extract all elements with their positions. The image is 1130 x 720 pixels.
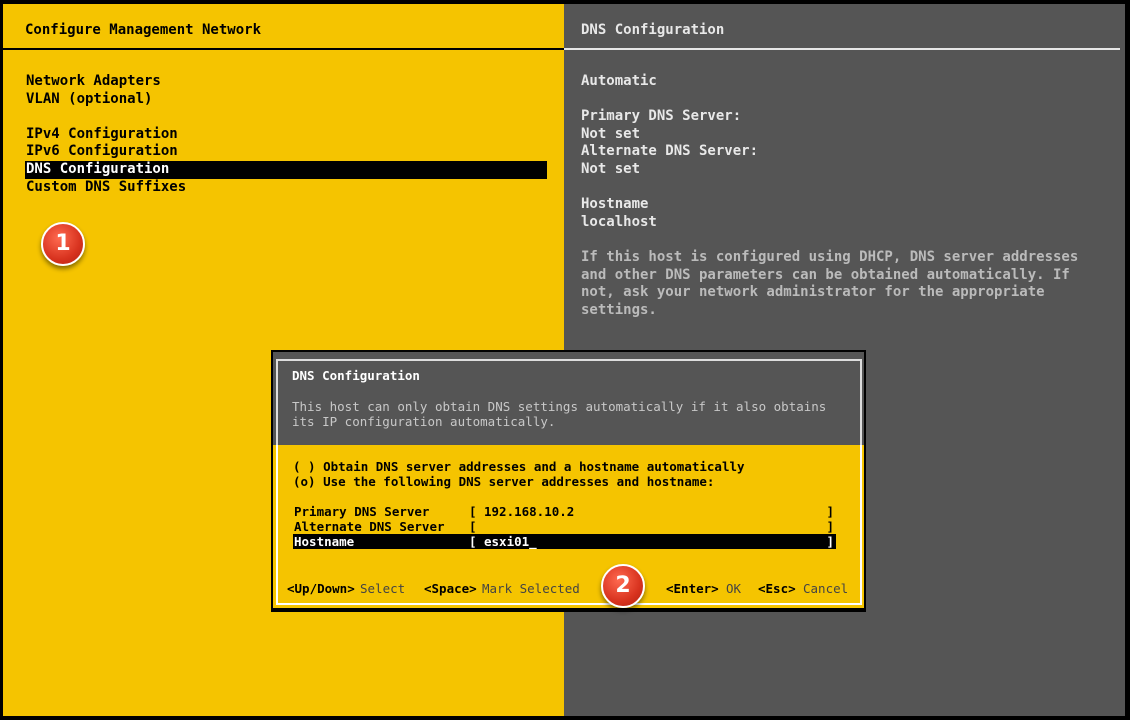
- step-badge-2: 2: [601, 564, 645, 608]
- action-select: Select: [360, 581, 406, 596]
- dialog-header: DNS Configuration This host can only obt…: [273, 352, 864, 481]
- primary-dns-input[interactable]: 192.168.10.2: [484, 504, 574, 519]
- primary-dns-field-label: Primary DNS Server: [294, 504, 430, 519]
- hostname-input[interactable]: esxi01_: [484, 534, 537, 549]
- dns-info: Automatic Primary DNS Server: Not set Al…: [581, 73, 1111, 319]
- menu-item-ipv6[interactable]: IPv6 Configuration: [25, 143, 547, 161]
- help-line-2: and other DNS parameters can be obtained…: [581, 266, 1070, 283]
- dialog-title: DNS Configuration: [292, 368, 420, 383]
- hostname-label: Hostname: [581, 196, 649, 213]
- help-line-1: If this host is configured using DHCP, D…: [581, 248, 1079, 265]
- right-panel-title: DNS Configuration: [581, 22, 725, 38]
- alternate-dns-field[interactable]: Alternate DNS Server [ ]: [293, 519, 836, 534]
- dns-configuration-dialog: DNS Configuration This host can only obt…: [271, 350, 866, 612]
- alternate-dns-label: Alternate DNS Server:: [581, 143, 759, 160]
- dialog-description: This host can only obtain DNS settings a…: [292, 399, 826, 429]
- hostname-field[interactable]: Hostname [ esxi01_ ]: [293, 534, 836, 549]
- key-hints: <Up/Down> Select <Space> Mark Selected <…: [287, 581, 853, 597]
- help-line-3: not, ask your network administrator for …: [581, 284, 1045, 301]
- hostname-field-label: Hostname: [294, 534, 355, 549]
- menu-item-network-adapters[interactable]: Network Adapters: [25, 73, 547, 91]
- left-divider: [3, 48, 564, 50]
- hostname-value: localhost: [581, 213, 657, 230]
- dialog-description-line-2: its IP configuration automatically.: [292, 414, 556, 429]
- bracket-close: ]: [826, 519, 834, 534]
- menu-spacer: [25, 108, 547, 126]
- bracket-open: [: [469, 519, 477, 534]
- key-enter[interactable]: <Enter>: [666, 581, 719, 597]
- bracket-close: ]: [826, 534, 834, 549]
- radio-use-following[interactable]: (o) Use the following DNS server address…: [293, 474, 714, 489]
- alternate-dns-value: Not set: [581, 160, 641, 177]
- action-mark-selected: Mark Selected: [482, 581, 580, 596]
- dialog-body: ( ) Obtain DNS server addresses and a ho…: [273, 445, 864, 608]
- network-menu: Network Adapters VLAN (optional) IPv4 Co…: [25, 73, 547, 196]
- key-esc[interactable]: <Esc>: [758, 581, 796, 597]
- left-panel-title: Configure Management Network: [25, 22, 262, 38]
- right-divider: [564, 48, 1120, 50]
- bracket-close: ]: [826, 504, 834, 519]
- menu-item-ipv4[interactable]: IPv4 Configuration: [25, 126, 547, 144]
- bracket-open: [: [469, 504, 477, 519]
- help-line-4: settings.: [581, 301, 657, 318]
- menu-item-dns-configuration[interactable]: DNS Configuration: [25, 160, 547, 179]
- primary-dns-field[interactable]: Primary DNS Server [ 192.168.10.2 ]: [293, 504, 836, 519]
- dialog-description-line-1: This host can only obtain DNS settings a…: [292, 399, 827, 414]
- action-cancel: Cancel: [803, 581, 849, 596]
- esxi-dcui-screen: Configure Management Network Network Ada…: [3, 4, 1125, 716]
- dns-mode: Automatic: [581, 73, 657, 89]
- key-up-down[interactable]: <Up/Down>: [287, 581, 355, 597]
- step-badge-1: 1: [41, 222, 85, 266]
- primary-dns-label: Primary DNS Server:: [581, 108, 742, 125]
- menu-item-vlan[interactable]: VLAN (optional): [25, 91, 547, 109]
- radio-obtain-automatically[interactable]: ( ) Obtain DNS server addresses and a ho…: [293, 459, 745, 474]
- bracket-open: [: [469, 534, 477, 549]
- action-ok: OK: [726, 581, 742, 596]
- alternate-dns-field-label: Alternate DNS Server: [294, 519, 445, 534]
- key-space[interactable]: <Space>: [424, 581, 477, 597]
- menu-item-custom-dns-suffixes[interactable]: Custom DNS Suffixes: [25, 179, 547, 197]
- primary-dns-value: Not set: [581, 125, 641, 142]
